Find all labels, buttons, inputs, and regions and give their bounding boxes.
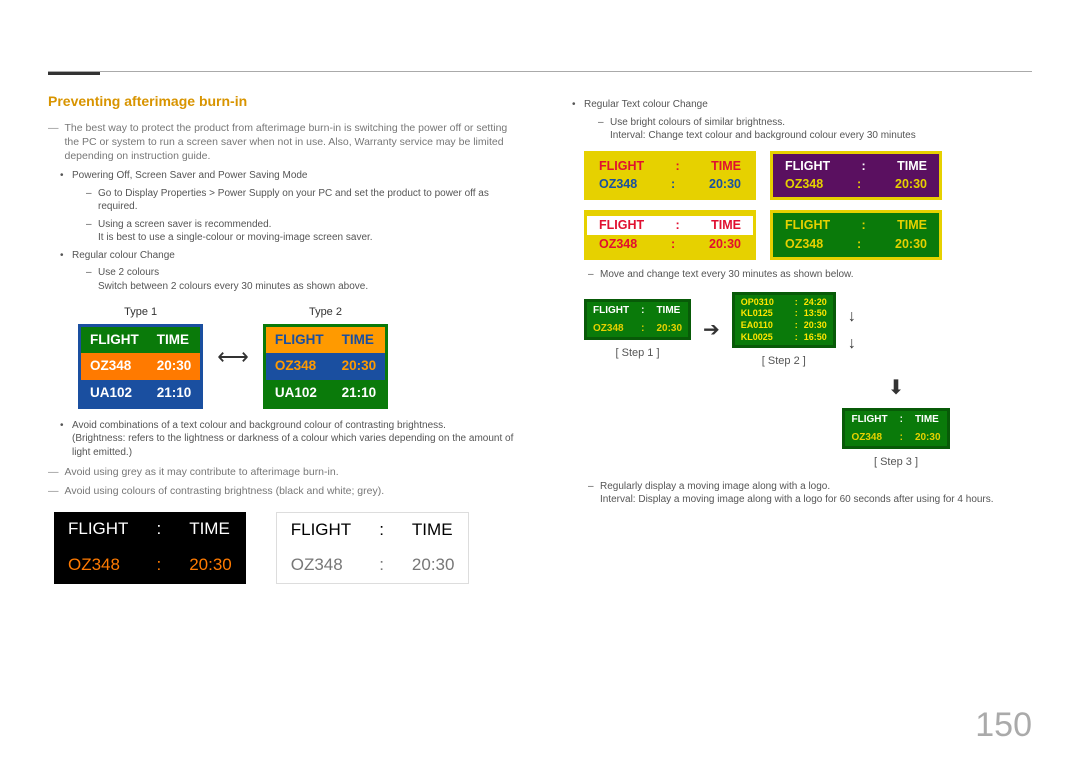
sub-screensaver: Using a screen saver is recommended. It … xyxy=(86,218,520,245)
arrow-down-icon: ⬇ xyxy=(888,375,905,402)
type1-table: FLIGHTTIME OZ34820:30 UA10221:10 xyxy=(78,324,203,409)
bullet-poweroff: Powering Off, Screen Saver and Power Sav… xyxy=(60,169,520,245)
step2-table: OP0310:24:20 KL0125:13:50 EA0110:20:30 K… xyxy=(732,292,836,349)
note-avoid-grey: ― Avoid using grey as it may contribute … xyxy=(48,465,520,479)
arrow-right-icon: ➔ xyxy=(703,317,720,344)
scroll-arrows-icon: ↓↓ xyxy=(848,306,856,355)
grid-cell-1: FLIGHT:TIME OZ348:20:30 xyxy=(584,151,756,201)
type1-label: Type 1 xyxy=(124,305,157,320)
sub-move-change-text: Move and change text every 30 minutes as… xyxy=(588,268,1032,282)
white-table: FLIGHT:TIME OZ348:20:30 xyxy=(276,512,470,584)
grid-cell-3: FLIGHT:TIME OZ348:20:30 xyxy=(584,210,756,260)
grid-cell-2: FLIGHT:TIME OZ348:20:30 xyxy=(770,151,942,201)
header-rule xyxy=(48,40,1032,72)
section-title: Preventing afterimage burn-in xyxy=(48,92,520,111)
left-column: Preventing afterimage burn-in ― The best… xyxy=(48,92,520,584)
colour-grid: FLIGHT:TIME OZ348:20:30 FLIGHT:TIME OZ34… xyxy=(584,151,1032,261)
bullet-colour-change: Regular colour Change Use 2 colours Swit… xyxy=(60,249,520,294)
grid-cell-4: FLIGHT:TIME OZ348:20:30 xyxy=(770,210,942,260)
sub-use2colours: Use 2 colours Switch between 2 colours e… xyxy=(86,266,520,293)
intro-line: ― The best way to protect the product fr… xyxy=(48,121,520,164)
type2-label: Type 2 xyxy=(309,305,342,320)
arrow-lr-icon: ⟷ xyxy=(217,342,249,372)
note-avoid-contrast-colours: ― Avoid using colours of contrasting bri… xyxy=(48,484,520,498)
step1-label: [ Step 1 ] xyxy=(616,346,660,361)
sub-power-supply: Go to Display Properties > Power Supply … xyxy=(86,187,520,214)
step3-label: [ Step 3 ] xyxy=(874,455,918,470)
step2-label: [ Step 2 ] xyxy=(762,354,806,369)
step1-table: FLIGHT:TIME OZ348:20:30 xyxy=(584,299,691,340)
step3-table: FLIGHT:TIME OZ348:20:30 xyxy=(842,408,949,449)
steps-row: FLIGHT:TIME OZ348:20:30 [ Step 1 ] ➔ OP0… xyxy=(584,292,1032,370)
bullet-text-colour-change: Regular Text colour Change Use bright co… xyxy=(572,98,1032,143)
bullet-avoid-contrast: Avoid combinations of a text colour and … xyxy=(60,419,520,460)
black-table: FLIGHT:TIME OZ348:20:30 xyxy=(54,512,246,584)
page-number: 150 xyxy=(975,706,1032,745)
right-column: Regular Text colour Change Use bright co… xyxy=(560,92,1032,584)
type2-table: FLIGHTTIME OZ34820:30 UA10221:10 xyxy=(263,324,388,409)
bottom-example-tables: FLIGHT:TIME OZ348:20:30 FLIGHT:TIME OZ34… xyxy=(54,512,520,584)
sub-moving-image: Regularly display a moving image along w… xyxy=(588,480,1032,507)
sub-bright-colours: Use bright colours of similar brightness… xyxy=(598,116,1032,143)
type-tables-row: Type 1 FLIGHTTIME OZ34820:30 UA10221:10 … xyxy=(78,305,520,409)
